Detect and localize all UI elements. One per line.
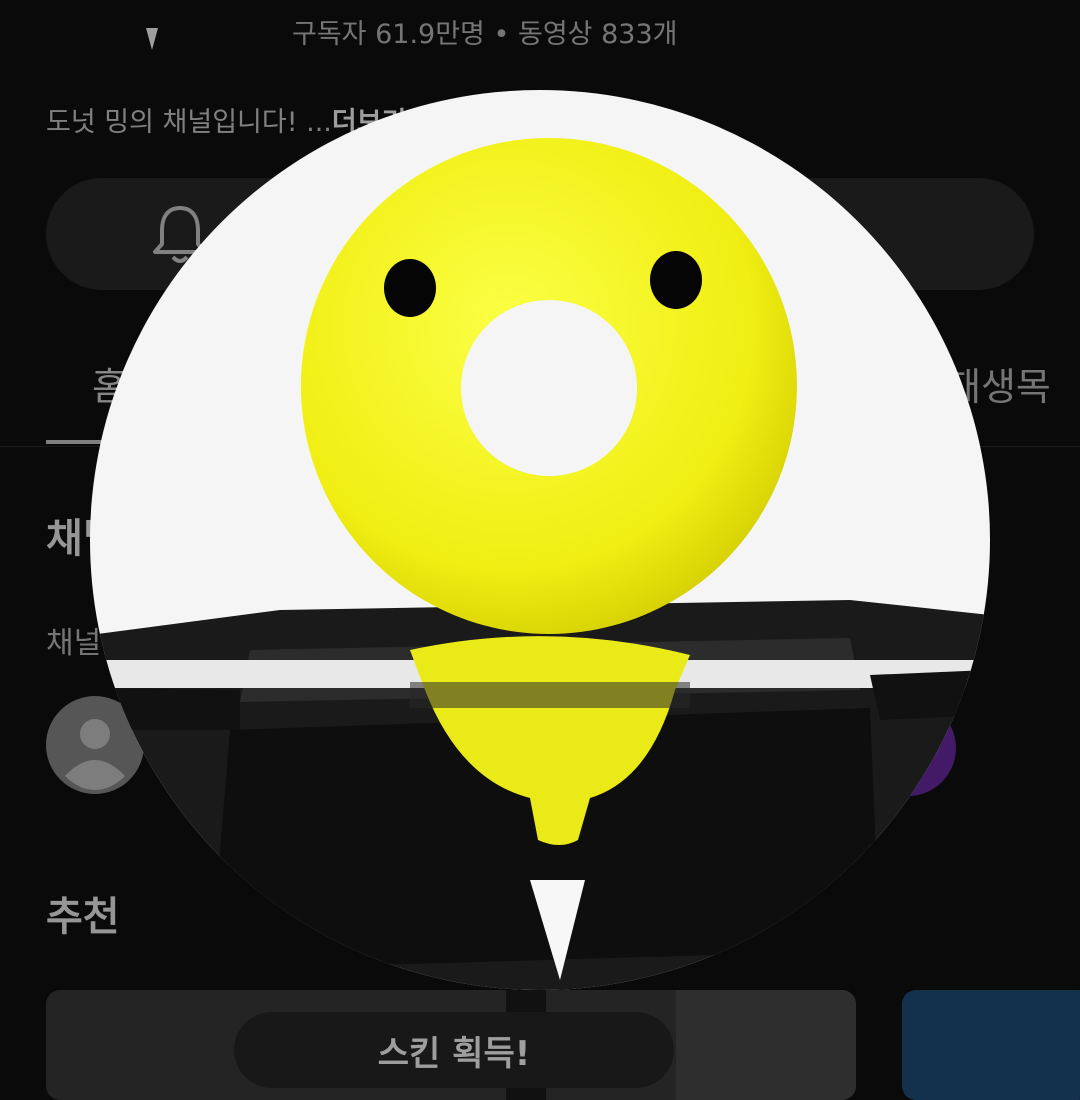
profile-picture-enlarged[interactable] (90, 90, 990, 990)
donut-character-image (90, 138, 990, 990)
thumbnail-detail (676, 990, 856, 1100)
video-thumbnail[interactable] (902, 990, 1080, 1100)
section-title-recommended: 추천 (46, 894, 120, 940)
description-text: 도넛 밍의 채널입니다! ... (46, 107, 332, 138)
channel-stats: 구독자 61.9만명 • 동영상 833개 (292, 19, 678, 50)
channel-avatar-small[interactable] (92, 0, 212, 70)
skin-badge: 스킨 획득! (234, 1012, 674, 1088)
